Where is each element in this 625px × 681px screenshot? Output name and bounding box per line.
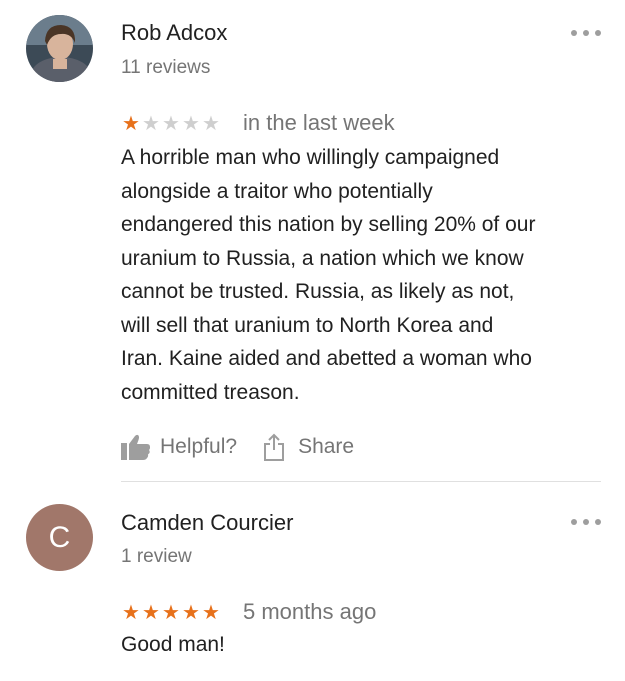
rating-row: ★ ★ ★ ★ ★ in the last week [121,110,395,136]
author-review-count: 11 reviews [121,57,211,78]
star-icon: ★ [162,111,180,135]
star-icon: ★ [182,111,200,135]
review-text: Good man! [121,633,225,656]
star-icon: ★ [182,600,200,624]
avatar-letter: C [48,520,71,554]
author-review-count: 1 review [121,546,192,567]
review-time: in the last week [243,110,395,135]
helpful-button[interactable]: Helpful? [121,434,237,460]
share-icon [263,433,285,461]
star-icon: ★ [122,111,140,135]
author-name[interactable]: Rob Adcox [121,20,227,46]
avatar[interactable] [26,15,93,82]
star-icon: ★ [142,111,160,135]
star-icon: ★ [162,600,180,624]
review-card: C Camden Courcier 1 review ★ ★ ★ ★ ★ 5 month… [0,482,625,681]
helpful-label: Helpful? [160,435,238,458]
star-icon: ★ [202,600,220,624]
star-icon: ★ [202,111,220,135]
star-rating: ★ ★ ★ ★ ★ [121,602,221,622]
review-text: A horrible man who willingly campaigned … [121,146,536,404]
avatar[interactable]: C [26,504,93,571]
thumbs-up-icon [121,434,151,460]
more-options-button[interactable] [571,26,601,40]
star-icon: ★ [122,600,140,624]
review-actions: Helpful? Share [121,430,354,464]
author-name[interactable]: Camden Courcier [121,510,293,536]
share-label: Share [298,435,355,458]
star-rating: ★ ★ ★ ★ ★ [121,113,221,133]
star-icon: ★ [142,600,160,624]
review-card: Rob Adcox 11 reviews ★ ★ ★ ★ ★ in the last w… [0,0,625,482]
more-options-button[interactable] [571,515,601,529]
avatar-photo [26,15,93,82]
review-time: 5 months ago [243,599,377,624]
share-button[interactable]: Share [263,433,354,461]
rating-row: ★ ★ ★ ★ ★ 5 months ago [121,599,376,625]
